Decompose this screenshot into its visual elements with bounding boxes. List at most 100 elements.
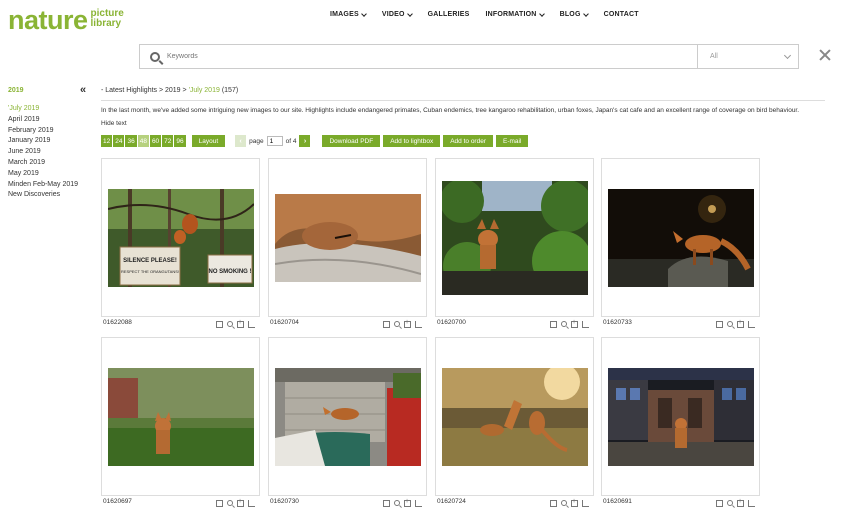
sidebar-item-june-2019[interactable]: June 2019 bbox=[8, 147, 96, 158]
thumbnail-fox-sleeping[interactable] bbox=[275, 194, 421, 282]
sidebar-item-new-discoveries[interactable]: New Discoveries bbox=[8, 190, 96, 201]
image-code: 01620733 bbox=[603, 319, 632, 326]
image-code: 01622088 bbox=[103, 319, 132, 326]
next-page-button[interactable]: › bbox=[299, 135, 311, 147]
nav-images[interactable]: IMAGES bbox=[330, 10, 367, 18]
cart-icon[interactable] bbox=[582, 500, 589, 507]
search-input[interactable] bbox=[167, 53, 687, 60]
add-lightbox-icon[interactable] bbox=[237, 498, 244, 507]
per-page-72[interactable]: 72 bbox=[162, 135, 174, 147]
search-icon bbox=[150, 51, 160, 62]
sidebar: 2019 'July 2019 April 2019 February 2019… bbox=[8, 87, 96, 201]
cart-icon[interactable] bbox=[415, 321, 422, 328]
hide-text-link[interactable]: Hide text bbox=[101, 120, 127, 127]
preview-icon[interactable] bbox=[216, 500, 223, 507]
preview-icon[interactable] bbox=[550, 500, 557, 507]
sidebar-item-march-2019[interactable]: March 2019 bbox=[8, 158, 96, 169]
add-lightbox-icon[interactable] bbox=[404, 319, 411, 328]
zoom-icon[interactable] bbox=[227, 500, 233, 506]
svg-text:RESPECT THE ORANGUTANS!: RESPECT THE ORANGUTANS! bbox=[121, 269, 179, 274]
zoom-icon[interactable] bbox=[561, 500, 567, 506]
results-toolbar: 12 24 36 48 60 72 96 Layout ‹ page of 4 … bbox=[101, 135, 531, 147]
page-number-input[interactable] bbox=[266, 136, 283, 146]
email-button[interactable]: E-mail bbox=[496, 135, 529, 147]
cart-icon[interactable] bbox=[748, 321, 755, 328]
add-lightbox-icon[interactable] bbox=[571, 498, 578, 507]
breadcrumb-path[interactable]: - Latest Highlights > 2019 > bbox=[101, 87, 189, 94]
add-lightbox-icon[interactable] bbox=[237, 319, 244, 328]
preview-icon[interactable] bbox=[383, 500, 390, 507]
image-actions bbox=[216, 498, 255, 507]
zoom-icon[interactable] bbox=[394, 500, 400, 506]
add-lightbox-icon[interactable] bbox=[737, 498, 744, 507]
breadcrumb: - Latest Highlights > 2019 > 'July 2019 … bbox=[101, 87, 238, 94]
chevron-down-icon bbox=[360, 10, 367, 17]
add-to-order-button[interactable]: Add to order bbox=[443, 135, 493, 147]
breadcrumb-current: 'July 2019 bbox=[188, 87, 220, 94]
search-input-wrap bbox=[140, 45, 698, 68]
thumbnail-foxes-playing[interactable] bbox=[442, 368, 588, 466]
image-code: 01620724 bbox=[437, 498, 466, 505]
nav-galleries[interactable]: GALLERIES bbox=[428, 11, 470, 18]
nav-blog[interactable]: BLOG bbox=[560, 10, 589, 18]
logo[interactable]: nature picture library bbox=[8, 6, 124, 34]
zoom-icon[interactable] bbox=[227, 321, 233, 327]
image-actions bbox=[550, 498, 589, 507]
preview-icon[interactable] bbox=[216, 321, 223, 328]
thumbnail-fox-street[interactable] bbox=[608, 368, 754, 466]
divider bbox=[101, 100, 825, 101]
image-code: 01620697 bbox=[103, 498, 132, 505]
sidebar-item-july-2019[interactable]: 'July 2019 bbox=[8, 104, 96, 115]
sidebar-year[interactable]: 2019 bbox=[8, 87, 96, 94]
preview-icon[interactable] bbox=[716, 321, 723, 328]
preview-icon[interactable] bbox=[550, 321, 557, 328]
per-page-48[interactable]: 48 bbox=[137, 135, 149, 147]
thumbnail-orangutans[interactable]: SILENCE PLEASE! RESPECT THE ORANGUTANS! … bbox=[108, 189, 254, 287]
sidebar-item-february-2019[interactable]: February 2019 bbox=[8, 126, 96, 137]
sidebar-item-april-2019[interactable]: April 2019 bbox=[8, 115, 96, 126]
add-lightbox-icon[interactable] bbox=[571, 319, 578, 328]
close-icon[interactable] bbox=[819, 49, 831, 61]
add-to-lightbox-button[interactable]: Add to lightbox bbox=[383, 135, 441, 147]
per-page-24[interactable]: 24 bbox=[113, 135, 125, 147]
add-lightbox-icon[interactable] bbox=[737, 319, 744, 328]
zoom-icon[interactable] bbox=[727, 321, 733, 327]
image-code: 01620700 bbox=[437, 319, 466, 326]
nav-contact[interactable]: CONTACT bbox=[604, 11, 639, 18]
cart-icon[interactable] bbox=[582, 321, 589, 328]
nav-video[interactable]: VIDEO bbox=[382, 10, 413, 18]
per-page-12[interactable]: 12 bbox=[101, 135, 113, 147]
preview-icon[interactable] bbox=[383, 321, 390, 328]
per-page-96[interactable]: 96 bbox=[174, 135, 186, 147]
per-page-60[interactable]: 60 bbox=[149, 135, 162, 147]
svg-text:SILENCE PLEASE!: SILENCE PLEASE! bbox=[123, 258, 177, 264]
zoom-icon[interactable] bbox=[727, 500, 733, 506]
sidebar-item-january-2019[interactable]: January 2019 bbox=[8, 136, 96, 147]
zoom-icon[interactable] bbox=[561, 321, 567, 327]
chevron-down-icon bbox=[406, 10, 413, 17]
thumbnail-fox-shed[interactable] bbox=[275, 368, 421, 466]
logo-subtitle: picture library bbox=[90, 8, 124, 29]
layout-button[interactable]: Layout bbox=[191, 135, 226, 147]
zoom-icon[interactable] bbox=[394, 321, 400, 327]
sidebar-item-may-2019[interactable]: May 2019 bbox=[8, 169, 96, 180]
cart-icon[interactable] bbox=[248, 500, 255, 507]
preview-icon[interactable] bbox=[716, 500, 723, 507]
nav-information[interactable]: INFORMATION bbox=[485, 10, 545, 18]
cart-icon[interactable] bbox=[415, 500, 422, 507]
page-total: of 4 bbox=[285, 137, 297, 145]
sidebar-item-minden[interactable]: Minden Feb-May 2019 bbox=[8, 180, 96, 191]
thumbnail-fox-grass[interactable] bbox=[108, 368, 254, 466]
thumbnail-fox-night[interactable] bbox=[608, 189, 754, 287]
prev-page-button[interactable]: ‹ bbox=[235, 135, 247, 147]
download-pdf-button[interactable]: Download PDF bbox=[322, 135, 381, 147]
cart-icon[interactable] bbox=[748, 500, 755, 507]
add-lightbox-icon[interactable] bbox=[404, 498, 411, 507]
thumbnail-fox-garden[interactable] bbox=[442, 181, 588, 295]
image-actions bbox=[716, 319, 755, 328]
cart-icon[interactable] bbox=[248, 321, 255, 328]
intro-text: In the last month, we've added some intr… bbox=[101, 107, 800, 114]
logo-wordmark: nature bbox=[8, 5, 88, 35]
per-page-36[interactable]: 36 bbox=[125, 135, 137, 147]
search-scope-select[interactable]: All bbox=[698, 45, 798, 68]
